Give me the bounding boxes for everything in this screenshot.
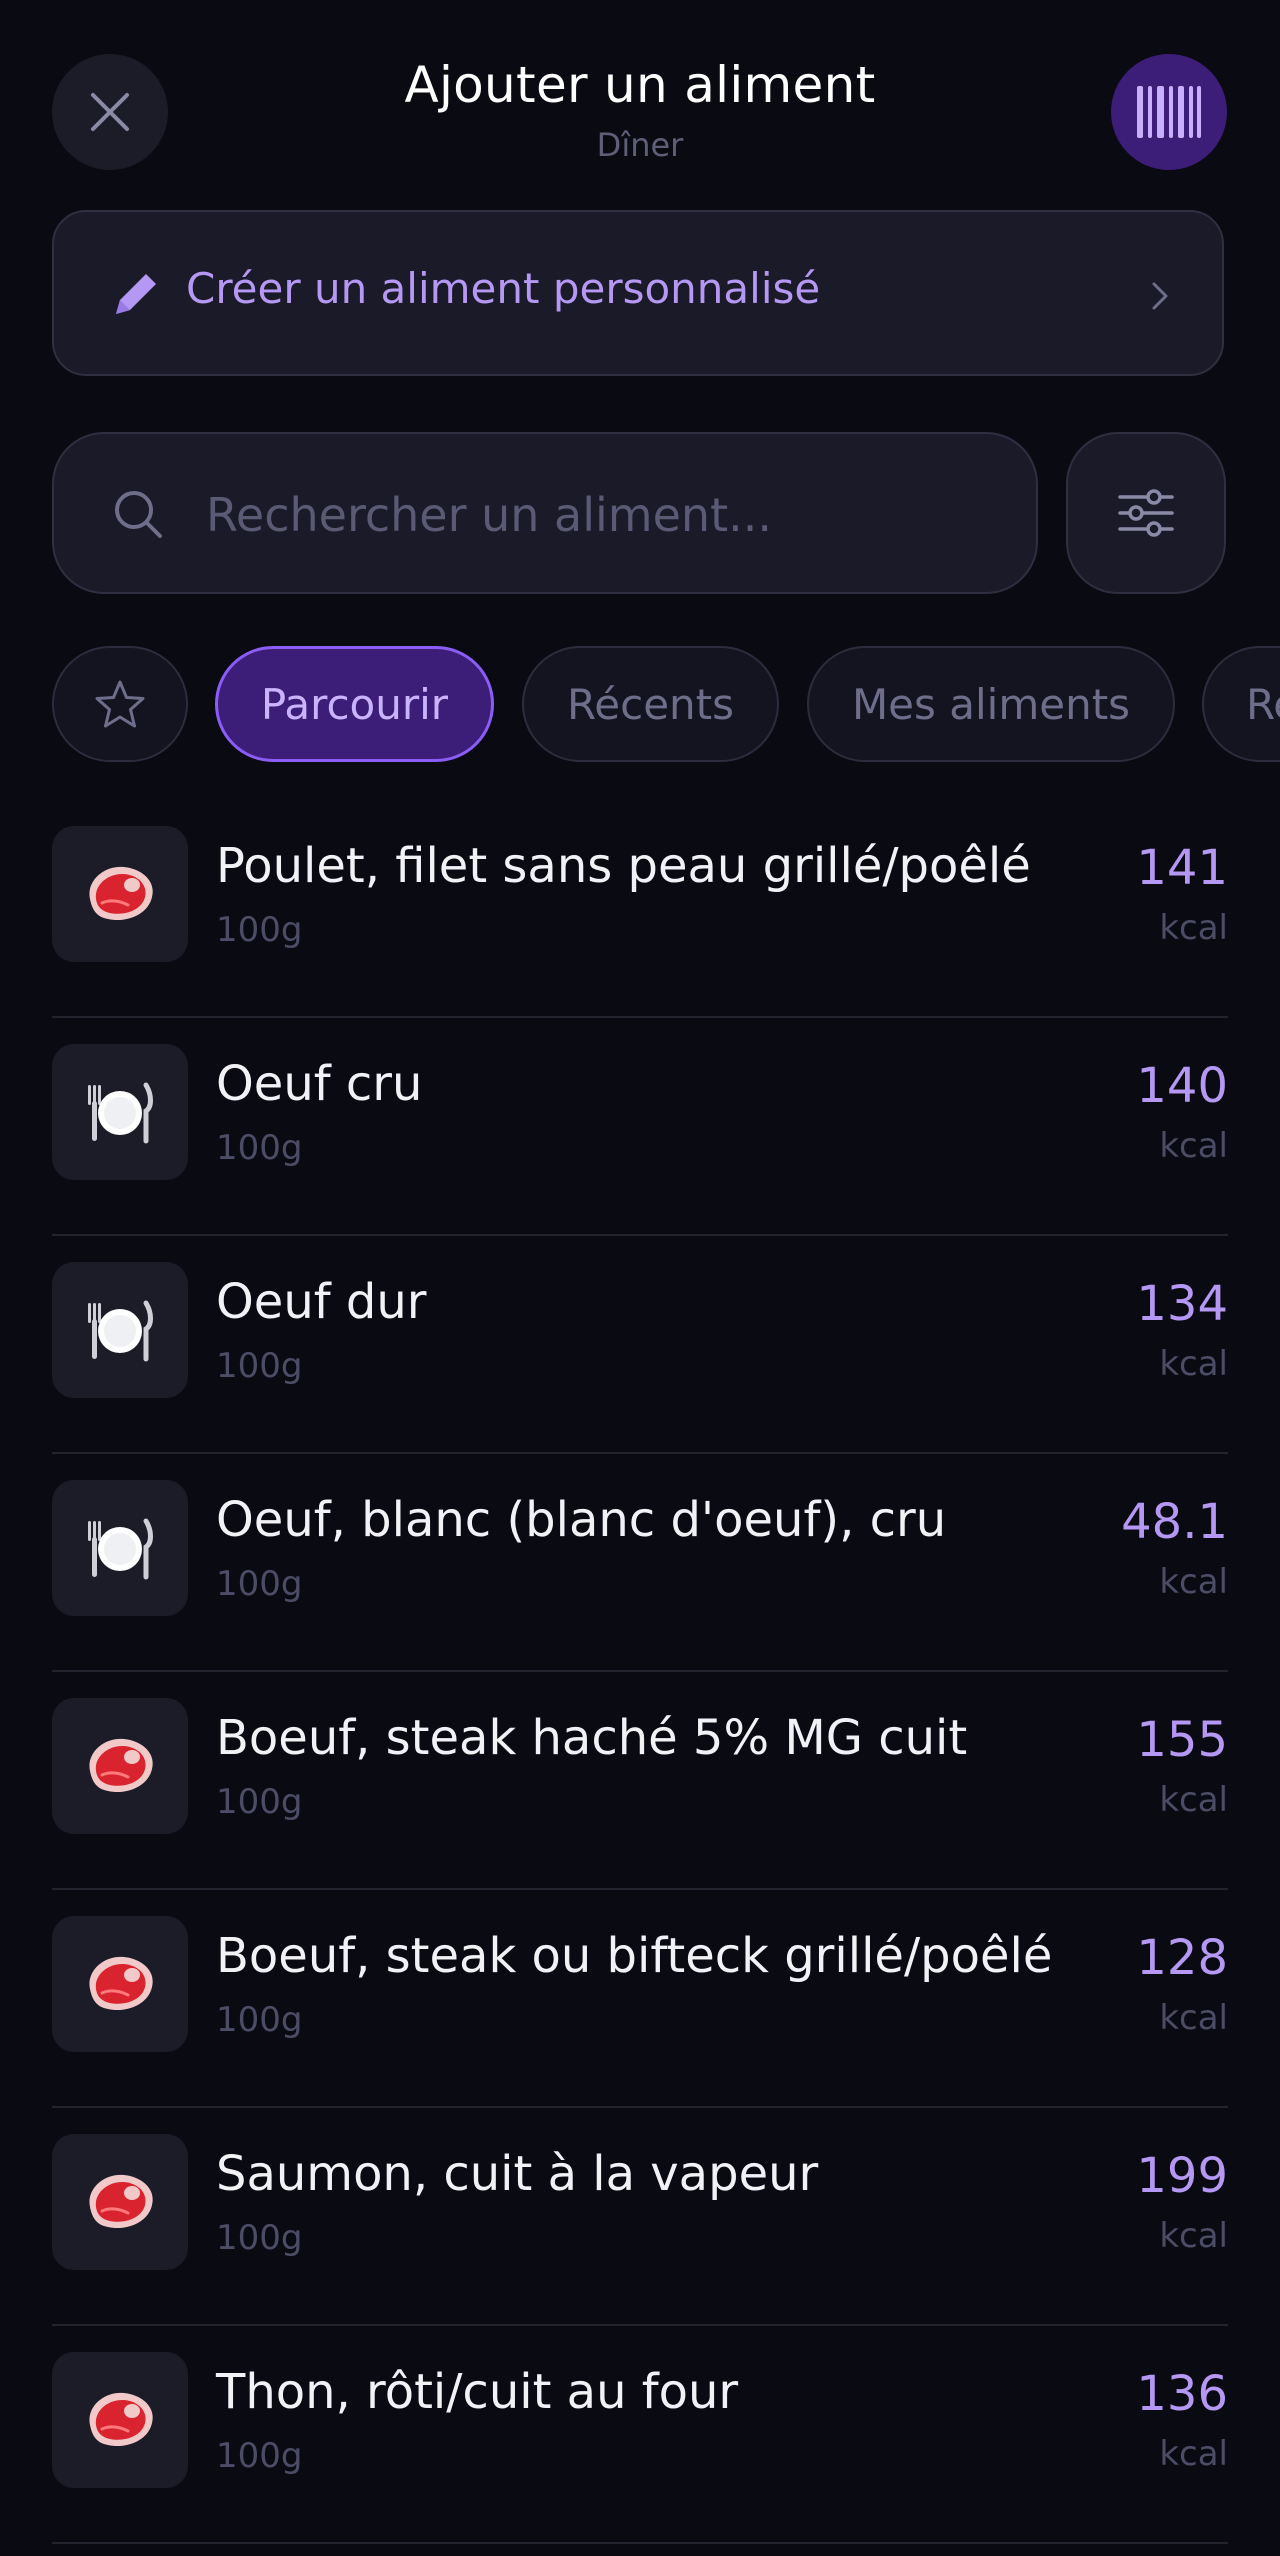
food-list-item[interactable]: Poulet, filet sans peau grillé/poêlé 100… [0, 800, 1280, 1018]
plate-icon [88, 1518, 153, 1580]
food-thumbnail [52, 1698, 188, 1834]
food-portion: 100g [216, 1128, 303, 1168]
food-calories: 136 [1136, 2366, 1228, 2422]
food-name: Thon, rôti/cuit au four [216, 2364, 739, 2420]
search-icon [115, 491, 162, 538]
food-calories-unit: kcal [1159, 2216, 1228, 2256]
food-calories-unit: kcal [1159, 1126, 1228, 1166]
food-portion: 100g [216, 1782, 303, 1822]
food-calories: 141 [1136, 840, 1228, 896]
food-name: Boeuf, steak ou bifteck grillé/poêlé [216, 1928, 1053, 1984]
food-calories: 48.1 [1121, 1494, 1228, 1550]
food-calories: 199 [1136, 2148, 1228, 2204]
food-list-item[interactable]: Oeuf cru 100g 140 kcal [0, 1018, 1280, 1236]
food-list-item[interactable]: Boeuf, steak ou bifteck grillé/poêlé 100… [0, 1890, 1280, 2108]
food-portion: 100g [216, 2218, 303, 2258]
plate-icon [88, 1082, 153, 1144]
food-portion: 100g [216, 2436, 303, 2476]
category-tabs: Parcourir Récents Mes aliments Re [0, 646, 1280, 762]
search-bar[interactable] [52, 432, 1038, 594]
divider [52, 2542, 1228, 2544]
create-custom-food-label: Créer un aliment personnalisé [186, 264, 821, 313]
food-portion: 100g [216, 2000, 303, 2040]
food-name: Saumon, cuit à la vapeur [216, 2146, 819, 2202]
food-list-item[interactable]: Thon, rôti/cuit au four 100g 136 kcal [0, 2326, 1280, 2544]
plate-icon [88, 1300, 153, 1362]
food-list-item[interactable]: Boeuf, steak haché 5% MG cuit 100g 155 k… [0, 1672, 1280, 1890]
food-thumbnail [52, 1044, 188, 1180]
barcode-scan-button[interactable] [1111, 54, 1227, 170]
food-thumbnail [52, 2352, 188, 2488]
food-list-item[interactable]: Saumon, cuit à la vapeur 100g 199 kcal [0, 2108, 1280, 2326]
food-calories-unit: kcal [1159, 1562, 1228, 1602]
food-calories-unit: kcal [1159, 908, 1228, 948]
meat-icon [89, 866, 153, 921]
food-portion: 100g [216, 1346, 303, 1386]
tab-truncated[interactable]: Re [1202, 646, 1280, 762]
star-icon [95, 680, 145, 728]
search-input[interactable] [204, 474, 1008, 556]
food-calories-unit: kcal [1159, 2434, 1228, 2474]
food-thumbnail [52, 826, 188, 962]
food-calories: 134 [1136, 1276, 1228, 1332]
filter-button[interactable] [1066, 432, 1226, 594]
food-calories-unit: kcal [1159, 1998, 1228, 2038]
meal-subtitle: Dîner [596, 126, 684, 164]
food-thumbnail [52, 1916, 188, 2052]
chevron-right-icon [1152, 282, 1168, 310]
food-thumbnail [52, 1480, 188, 1616]
food-name: Oeuf cru [216, 1056, 423, 1112]
food-calories: 140 [1136, 1058, 1228, 1114]
food-list: Poulet, filet sans peau grillé/poêlé 100… [0, 800, 1280, 2544]
food-name: Boeuf, steak haché 5% MG cuit [216, 1710, 968, 1766]
meat-icon [89, 2174, 153, 2229]
food-portion: 100g [216, 1564, 303, 1604]
tab-favorites[interactable] [52, 646, 188, 762]
pencil-icon [116, 274, 156, 314]
food-calories: 155 [1136, 1712, 1228, 1768]
barcode-icon [1137, 86, 1201, 138]
tab-parcourir[interactable]: Parcourir [215, 646, 494, 762]
food-calories: 128 [1136, 1930, 1228, 1986]
header: Ajouter un aliment Dîner [0, 0, 1280, 190]
food-name: Oeuf dur [216, 1274, 427, 1330]
food-name: Oeuf, blanc (blanc d'oeuf), cru [216, 1492, 947, 1548]
tab-mes-aliments[interactable]: Mes aliments [807, 646, 1175, 762]
page-title: Ajouter un aliment [404, 56, 876, 114]
meat-icon [89, 1956, 153, 2011]
meat-icon [89, 1738, 153, 1793]
food-portion: 100g [216, 910, 303, 950]
food-thumbnail [52, 2134, 188, 2270]
food-calories-unit: kcal [1159, 1344, 1228, 1384]
tab-recents[interactable]: Récents [522, 646, 779, 762]
food-name: Poulet, filet sans peau grillé/poêlé [216, 838, 1031, 894]
food-calories-unit: kcal [1159, 1780, 1228, 1820]
food-thumbnail [52, 1262, 188, 1398]
create-custom-food-button[interactable]: Créer un aliment personnalisé [52, 210, 1224, 376]
food-list-item[interactable]: Oeuf, blanc (blanc d'oeuf), cru 100g 48.… [0, 1454, 1280, 1672]
meat-icon [89, 2392, 153, 2447]
food-list-item[interactable]: Oeuf dur 100g 134 kcal [0, 1236, 1280, 1454]
filter-sliders-icon [1118, 489, 1174, 537]
